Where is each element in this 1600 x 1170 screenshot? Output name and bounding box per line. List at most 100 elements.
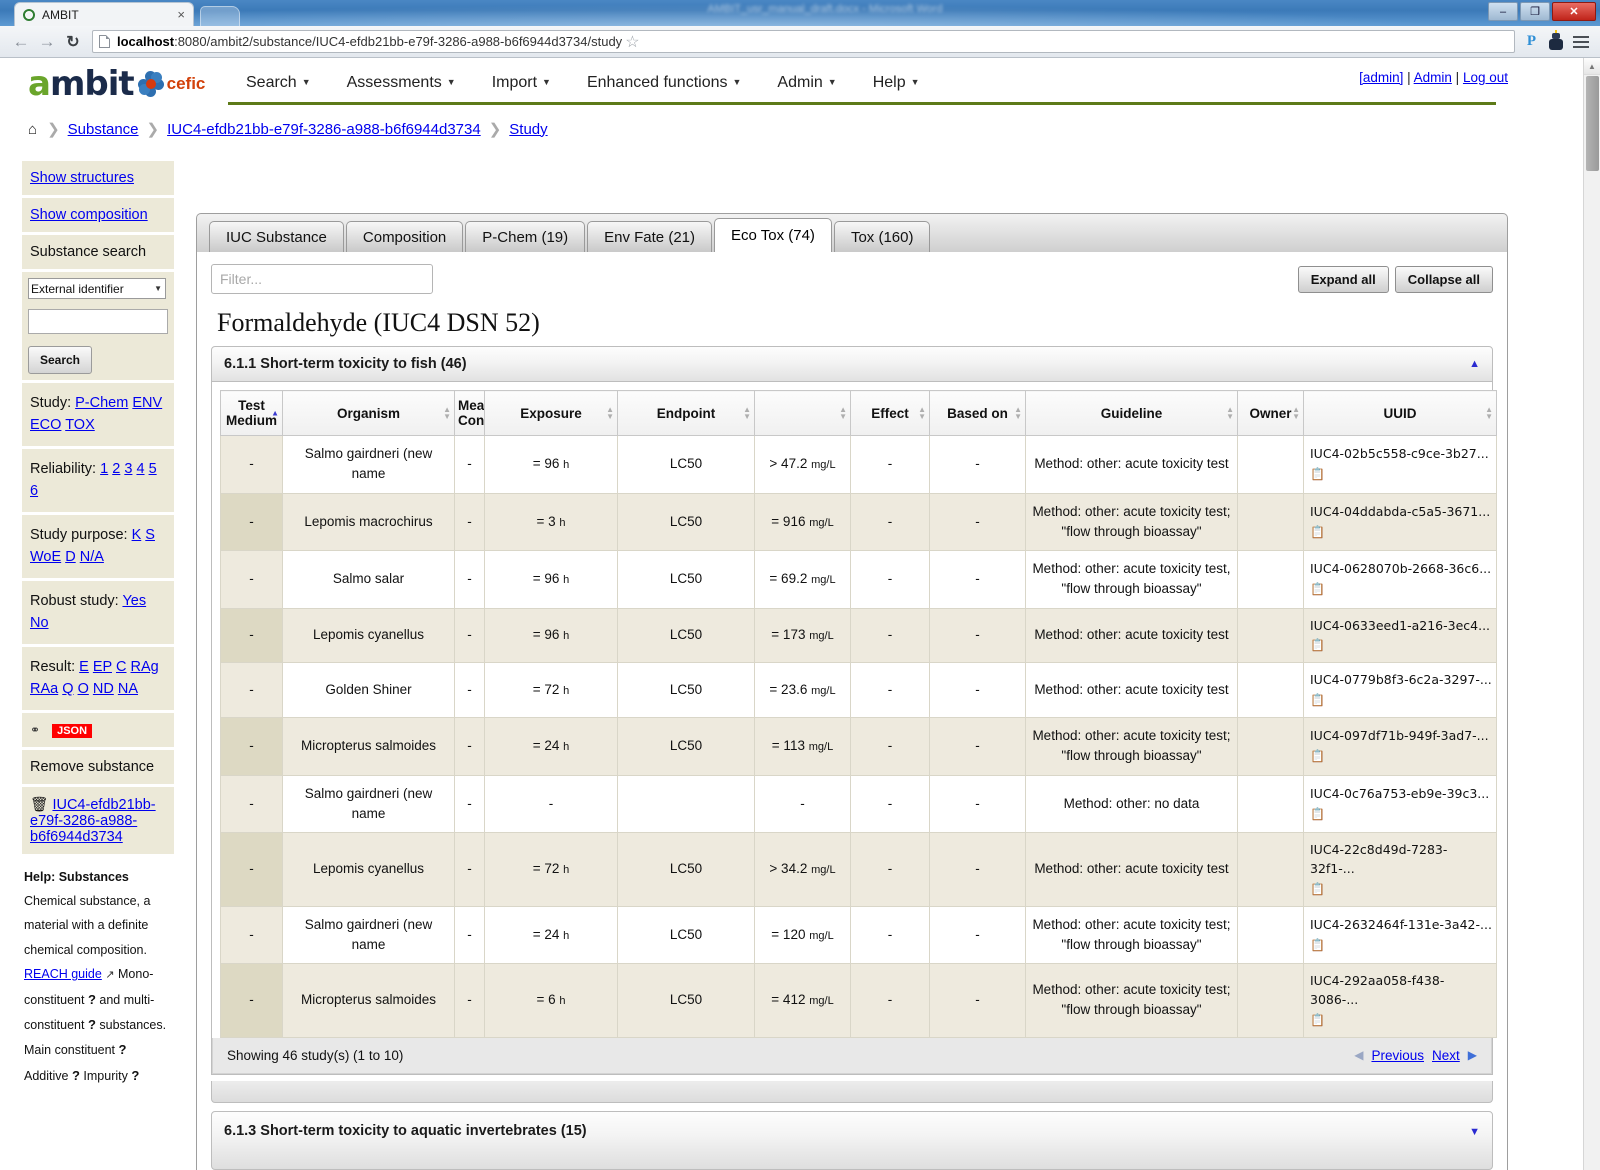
home-icon[interactable]: ⌂ xyxy=(28,121,37,138)
table-row[interactable]: - Salmo gairdneri (new name - = 96 h LC5… xyxy=(220,435,1497,494)
study-link-pchem[interactable]: P-Chem xyxy=(75,395,128,411)
maximize-button[interactable]: ❐ xyxy=(1520,2,1550,21)
tab-iuc-substance[interactable]: IUC Substance xyxy=(209,221,344,252)
reliability-link-1[interactable]: 1 xyxy=(100,461,108,477)
table-row[interactable]: - Salmo gairdneri (new name - - - - - Me… xyxy=(220,774,1497,833)
sidebar-remove-substance-item[interactable]: 🗑 IUC4-efdb21bb-e79f-3286-a988-b6f6944d3… xyxy=(22,786,174,857)
purpose-link-na[interactable]: N/A xyxy=(80,549,104,565)
table-row[interactable]: - Micropterus salmoides - = 24 h LC50 = … xyxy=(220,717,1497,776)
result-link-q[interactable]: Q xyxy=(62,681,73,697)
copy-icon[interactable]: 📋 xyxy=(1310,880,1492,898)
col-value[interactable]: ▲ ▼ xyxy=(754,390,851,436)
chevron-down-icon[interactable]: ▼ xyxy=(1469,1126,1480,1138)
help-question-icon-2[interactable]: ? xyxy=(88,1017,96,1032)
tab-composition[interactable]: Composition xyxy=(345,221,464,252)
tab-eco-tox[interactable]: Eco Tox (74) xyxy=(714,218,832,252)
copy-icon[interactable]: 📋 xyxy=(1310,805,1492,823)
next-arrow-icon[interactable]: ▶ xyxy=(1468,1048,1477,1062)
search-button[interactable]: Search xyxy=(28,346,92,374)
result-link-ep[interactable]: EP xyxy=(93,659,112,675)
col-endpoint[interactable]: Endpoint ▲ ▼ xyxy=(617,390,755,436)
close-window-button[interactable]: ✕ xyxy=(1552,2,1596,21)
address-bar[interactable]: localhost:8080/ambit2/substance/IUC4-efd… xyxy=(92,30,1515,53)
col-test-medium[interactable]: Test Medium ▲ xyxy=(220,390,283,436)
collapse-all-button[interactable]: Collapse all xyxy=(1394,265,1493,293)
close-tab-icon[interactable]: × xyxy=(171,7,185,22)
tab-env-fate[interactable]: Env Fate (21) xyxy=(587,221,712,252)
next-page-link[interactable]: Next xyxy=(1432,1048,1460,1063)
sidebar-item-show-composition[interactable]: Show composition xyxy=(22,198,174,235)
nav-item-help[interactable]: Help ▼ xyxy=(855,70,938,96)
copy-icon[interactable]: 📋 xyxy=(1310,465,1492,483)
reach-guide-link[interactable]: REACH guide xyxy=(24,967,102,981)
help-question-icon-5[interactable]: ? xyxy=(131,1068,139,1083)
back-icon[interactable]: ← xyxy=(8,29,34,55)
bookmark-star-icon[interactable]: ☆ xyxy=(622,32,642,52)
minimize-button[interactable]: – xyxy=(1488,2,1518,21)
logout-link[interactable]: Log out xyxy=(1463,70,1508,85)
purpose-link-woe[interactable]: WoE xyxy=(30,549,61,565)
study-link-eco[interactable]: ECO xyxy=(30,417,61,433)
purpose-link-d[interactable]: D xyxy=(65,549,75,565)
table-row[interactable]: - Lepomis cyanellus - = 72 h LC50 > 34.2… xyxy=(220,832,1497,907)
reliability-link-4[interactable]: 4 xyxy=(136,461,144,477)
filter-input[interactable] xyxy=(211,264,433,294)
show-structures-link[interactable]: Show structures xyxy=(30,170,134,186)
breadcrumb-item-study[interactable]: Study xyxy=(509,121,547,138)
scroll-up-arrow-icon[interactable]: ▲ xyxy=(1584,58,1600,75)
breadcrumb-item-uuid[interactable]: IUC4-efdb21bb-e79f-3286-a988-b6f6944d373… xyxy=(167,121,481,138)
help-question-icon-1[interactable]: ? xyxy=(88,992,96,1007)
identifier-type-select[interactable]: External identifier xyxy=(28,278,166,299)
result-link-na[interactable]: NA xyxy=(118,681,138,697)
table-row[interactable]: - Lepomis cyanellus - = 96 h LC50 = 173 … xyxy=(220,607,1497,664)
accordion-header-6-1-1[interactable]: 6.1.1 Short-term toxicity to fish (46) ▲ xyxy=(211,346,1493,382)
copy-icon[interactable]: 📋 xyxy=(1310,691,1492,709)
col-based-on[interactable]: Based on ▲ ▼ xyxy=(929,390,1026,436)
trash-icon[interactable]: 🗑 xyxy=(30,797,48,813)
substance-search-input[interactable] xyxy=(28,309,168,334)
show-composition-link[interactable]: Show composition xyxy=(30,207,148,223)
col-uuid[interactable]: UUID ▲ ▼ xyxy=(1303,390,1497,436)
copy-icon[interactable]: 📋 xyxy=(1310,936,1492,954)
result-link-o[interactable]: O xyxy=(78,681,89,697)
copy-icon[interactable]: 📋 xyxy=(1310,636,1492,654)
purpose-link-k[interactable]: K xyxy=(132,527,142,543)
result-link-c[interactable]: C xyxy=(116,659,126,675)
result-link-rag[interactable]: RAg xyxy=(131,659,159,675)
page-scrollbar[interactable]: ▲ xyxy=(1583,58,1600,1170)
ambit-logo[interactable]: a mbit cefic xyxy=(28,64,205,104)
current-user-link[interactable]: [admin] xyxy=(1359,70,1403,85)
col-mean-conc[interactable]: Mean Conc xyxy=(454,390,485,436)
breadcrumb-item-substance[interactable]: Substance xyxy=(68,121,139,138)
result-link-e[interactable]: E xyxy=(79,659,89,675)
robust-link-yes[interactable]: Yes xyxy=(122,593,146,609)
reliability-link-5[interactable]: 5 xyxy=(149,461,157,477)
table-row[interactable]: - Lepomis macrochirus - = 3 h LC50 = 916… xyxy=(220,492,1497,551)
browser-menu-icon[interactable] xyxy=(1570,30,1592,54)
robust-link-no[interactable]: No xyxy=(30,615,49,631)
copy-icon[interactable]: 📋 xyxy=(1310,580,1492,598)
json-badge[interactable]: JSON xyxy=(52,723,93,738)
help-question-icon-3[interactable]: ? xyxy=(119,1042,127,1057)
table-row[interactable]: - Golden Shiner - = 72 h LC50 = 23.6 mg/… xyxy=(220,662,1497,718)
col-owner[interactable]: Owner ▲ ▼ xyxy=(1237,390,1304,436)
copy-icon[interactable]: 📋 xyxy=(1310,523,1492,541)
col-guideline[interactable]: Guideline ▲ ▼ xyxy=(1025,390,1238,436)
result-link-nd[interactable]: ND xyxy=(93,681,114,697)
forward-icon[interactable]: → xyxy=(34,29,60,55)
reload-icon[interactable]: ↻ xyxy=(60,29,86,55)
new-tab-button[interactable] xyxy=(200,6,240,26)
help-question-icon-4[interactable]: ? xyxy=(72,1068,80,1083)
nav-item-admin[interactable]: Admin ▼ xyxy=(759,70,854,96)
nav-item-enhanced-functions[interactable]: Enhanced functions ▼ xyxy=(569,70,759,96)
reliability-link-3[interactable]: 3 xyxy=(124,461,132,477)
nav-item-assessments[interactable]: Assessments ▼ xyxy=(329,70,474,96)
table-row[interactable]: - Salmo salar - = 96 h LC50 = 69.2 mg/L … xyxy=(220,550,1497,609)
reliability-link-6[interactable]: 6 xyxy=(30,483,38,499)
expand-all-button[interactable]: Expand all xyxy=(1297,265,1389,293)
accordion-header-6-1-3[interactable]: 6.1.3 Short-term toxicity to aquatic inv… xyxy=(211,1110,1493,1170)
col-exposure[interactable]: Exposure ▲ ▼ xyxy=(484,390,618,436)
browser-tab-ambit[interactable]: AMBIT × xyxy=(14,2,194,26)
remove-substance-uuid-link[interactable]: IUC4-efdb21bb-e79f-3286-a988-b6f6944d373… xyxy=(30,797,156,845)
nav-item-search[interactable]: Search ▼ xyxy=(228,70,329,96)
